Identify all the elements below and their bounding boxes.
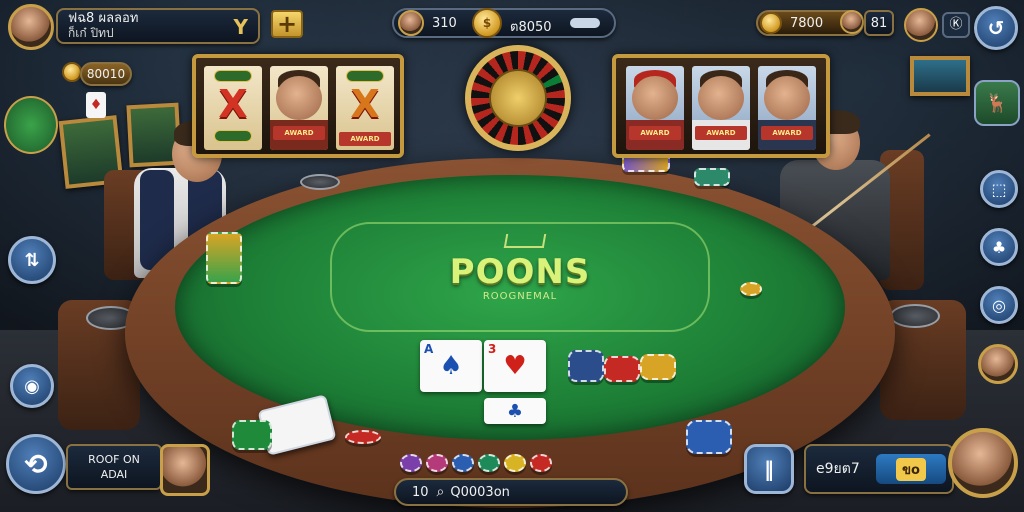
right-avatar-icon[interactable]: [978, 344, 1018, 384]
chip-single-right[interactable]: [740, 282, 762, 296]
slot-reel-3: X AWARD: [336, 66, 394, 150]
reel-label: AWARD: [273, 126, 325, 140]
counter-pill: 81: [864, 10, 894, 36]
wall-monitor-right: [910, 56, 970, 96]
chip-stack-blue-2[interactable]: [686, 420, 732, 454]
slot-reel-1: X: [204, 66, 262, 150]
slot-reel-5: AWARD: [692, 66, 750, 150]
community-card-2[interactable]: 3 ♥: [484, 340, 546, 392]
bottom-left-info-panel: ROOF ON ADAI: [66, 444, 162, 490]
owl-icon[interactable]: ◎: [980, 286, 1018, 324]
heart-icon: ♥: [503, 351, 527, 381]
deer-icon[interactable]: 🦌: [974, 80, 1020, 126]
top-center-panel: 310 $ ต8050: [392, 8, 616, 38]
slot-machine-left[interactable]: X AWARD X AWARD: [192, 54, 404, 158]
card-rank: 3: [488, 342, 497, 356]
playing-card-icon[interactable]: ♦: [86, 92, 106, 118]
chip-stack-top-right[interactable]: [694, 168, 730, 186]
card-rank: A: [424, 342, 434, 356]
table-subtitle: ROOGNEMAL: [482, 291, 558, 302]
chip-selector: [400, 452, 556, 474]
slot-machine-right[interactable]: AWARD AWARD AWARD: [612, 54, 830, 158]
player-subtitle: ก็เก๋ ปิทป: [68, 26, 114, 40]
chip-stack-red[interactable]: [604, 356, 640, 382]
roulette-wheel[interactable]: [465, 45, 571, 151]
rank-icon: Y: [233, 15, 248, 39]
chip-red[interactable]: [345, 430, 381, 444]
reel-symbol: X: [350, 82, 380, 126]
bottom-left-avatar[interactable]: [160, 444, 210, 496]
reel-label: AWARD: [761, 126, 813, 140]
community-card-1[interactable]: A ♠: [420, 340, 482, 392]
mascot-button[interactable]: [4, 96, 58, 154]
value-badge: ขo: [876, 454, 946, 484]
reel-label: AWARD: [339, 132, 391, 146]
coin-icon: $: [472, 8, 502, 38]
face-icon: [276, 76, 322, 120]
counter-value: 81: [870, 15, 888, 31]
top-right-coins: 7800: [790, 16, 824, 31]
friend-avatar[interactable]: [904, 8, 938, 42]
community-card-3[interactable]: ♣: [484, 398, 546, 424]
right-cupholder: [890, 304, 940, 328]
wallet-amount: 80010: [86, 67, 126, 81]
player-avatar[interactable]: [8, 4, 54, 50]
chip-option-red[interactable]: [530, 454, 552, 472]
top-right-small-avatar: [840, 10, 864, 34]
cards-icon[interactable]: ♣: [980, 228, 1018, 266]
online-avatar: [398, 10, 424, 36]
back-button[interactable]: ⟲: [6, 434, 66, 494]
table-logo: POONS: [449, 252, 591, 292]
dice-icon[interactable]: ⬚: [980, 170, 1018, 208]
chip-green-stack[interactable]: [232, 420, 272, 450]
bottom-search-bar[interactable]: 10 ⌕ Q0003on: [394, 478, 628, 506]
bottom-right-score-panel: e9ยต7 ขo: [804, 444, 954, 494]
reel-label: AWARD: [629, 126, 681, 140]
spade-icon: ♠: [439, 351, 463, 381]
wallet-coin-icon: [62, 62, 82, 82]
chip-stack-gold[interactable]: [640, 354, 676, 380]
ranking-badge[interactable]: Ⓚ: [942, 12, 970, 38]
search-text: Q0003on: [450, 484, 510, 500]
badge-value: ขo: [896, 457, 926, 481]
club-icon: ♣: [506, 400, 524, 422]
reel-label: AWARD: [695, 126, 747, 140]
info-line-1: ROOF ON: [88, 453, 140, 466]
face-icon: [764, 76, 810, 120]
chip-option-purple[interactable]: [400, 454, 422, 472]
slot-reel-4: AWARD: [626, 66, 684, 150]
chip-option-yellow[interactable]: [504, 454, 526, 472]
chip-option-green[interactable]: [478, 454, 500, 472]
refresh-button[interactable]: ↺: [974, 6, 1018, 50]
player-name-panel[interactable]: ฟฉ8 ผลลอท ก็เก๋ ปิทป Y: [56, 8, 260, 44]
bottom-right-avatar[interactable]: [948, 428, 1018, 498]
coin-balance: ต8050: [510, 20, 552, 35]
top-right-coin-panel: 7800: [756, 10, 864, 36]
chip-stack-left-player[interactable]: [206, 232, 242, 284]
player-name: ฟฉ8 ผลลอท: [68, 11, 139, 26]
chip-option-pink[interactable]: [426, 454, 448, 472]
face-icon: [632, 76, 678, 120]
chip-stack-blue[interactable]: [568, 350, 604, 382]
table-cupholder-left: [300, 174, 340, 190]
logo-crown-icon: [503, 234, 547, 248]
slot-reel-2: AWARD: [270, 66, 328, 150]
score-value: e9ยต7: [816, 461, 860, 477]
chip-option-blue[interactable]: [452, 454, 474, 472]
pause-button[interactable]: ‖: [744, 444, 794, 494]
add-friend-button[interactable]: +: [271, 10, 303, 38]
search-prefix: 10: [412, 484, 429, 500]
chat-button[interactable]: ◉: [10, 364, 54, 408]
wallet-pill: 80010: [80, 62, 132, 86]
player-count: 310: [432, 16, 457, 31]
balance-bar: [570, 18, 600, 28]
coin-icon: [760, 12, 782, 34]
face-icon: [698, 76, 744, 120]
search-icon: ⌕: [436, 484, 445, 500]
info-line-2: ADAI: [100, 468, 128, 481]
reel-symbol: X: [218, 82, 248, 126]
stats-button[interactable]: ⇅: [8, 236, 56, 284]
slot-reel-6: AWARD: [758, 66, 816, 150]
